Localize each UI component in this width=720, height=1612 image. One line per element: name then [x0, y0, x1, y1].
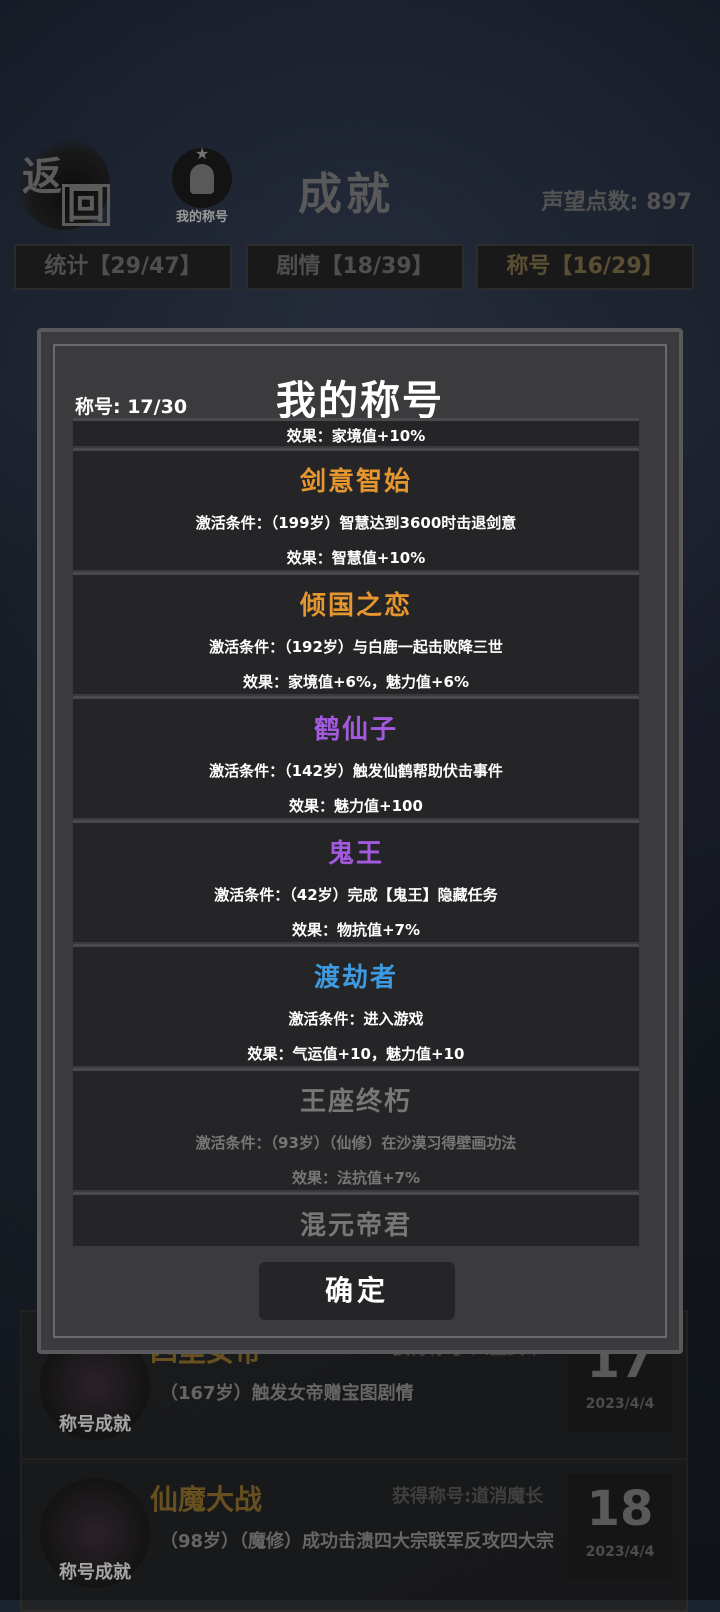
- confirm-button[interactable]: 确定: [259, 1262, 455, 1320]
- title-condition: 激活条件：（42岁）完成【鬼王】隐藏任务: [214, 886, 498, 904]
- title-effect: 效果：气运值+10，魅力值+10: [247, 1045, 465, 1063]
- title-card: 鹤仙子 激活条件：（142岁）触发仙鹤帮助伏击事件 效果：魅力值+100: [73, 696, 639, 818]
- title-name: 剑意智始: [299, 467, 412, 497]
- title-effect: 效果：魅力值+100: [289, 797, 423, 815]
- title-effect: 效果：法抗值+7%: [291, 1169, 421, 1187]
- title-condition: 激活条件：（192岁）与白鹿一起击败降三世: [209, 638, 503, 656]
- title-condition: 激活条件：（199岁）智慧达到3600时击退剑意: [195, 514, 517, 532]
- title-effect: 效果：家境值+10%: [286, 427, 426, 445]
- title-card: 渡劫者 激活条件：进入游戏 效果：气运值+10，魅力值+10: [73, 944, 639, 1066]
- title-card-locked: 混元帝君: [73, 1192, 639, 1246]
- title-name: 混元帝君: [299, 1211, 412, 1241]
- title-condition: 激活条件：（142岁）触发仙鹤帮助伏击事件: [209, 762, 503, 780]
- title-card: 鬼王 激活条件：（42岁）完成【鬼王】隐藏任务 效果：物抗值+7%: [73, 820, 639, 942]
- title-card-partial: 效果：家境值+10%: [73, 418, 639, 446]
- title-name: 倾国之恋: [299, 591, 412, 621]
- title-name: 王座终朽: [299, 1087, 412, 1117]
- title-name: 渡劫者: [313, 963, 398, 993]
- title-card: 剑意智始 激活条件：（199岁）智慧达到3600时击退剑意 效果：智慧值+10%: [73, 448, 639, 570]
- title-name: 鹤仙子: [313, 715, 398, 745]
- title-condition: 激活条件：进入游戏: [288, 1010, 424, 1028]
- title-condition: 激活条件：（93岁）（仙修）在沙漠习得壁画功法: [195, 1134, 517, 1152]
- titles-count: 称号: 17/30: [75, 396, 188, 418]
- title-effect: 效果：家境值+6%，魅力值+6%: [242, 673, 470, 691]
- title-card-locked: 王座终朽 激活条件：（93岁）（仙修）在沙漠习得壁画功法 效果：法抗值+7%: [73, 1068, 639, 1190]
- title-effect: 效果：智慧值+10%: [286, 549, 426, 567]
- title-name: 鬼王: [327, 839, 384, 869]
- title-card: 倾国之恋 激活条件：（192岁）与白鹿一起击败降三世 效果：家境值+6%，魅力值…: [73, 572, 639, 694]
- titles-list[interactable]: 效果：家境值+10% 剑意智始 激活条件：（199岁）智慧达到3600时击退剑意…: [73, 418, 639, 1246]
- title-effect: 效果：物抗值+7%: [291, 921, 421, 939]
- my-titles-modal: 我的称号 称号: 17/30 效果：家境值+10% 剑意智始 激活条件：（199…: [37, 328, 683, 1354]
